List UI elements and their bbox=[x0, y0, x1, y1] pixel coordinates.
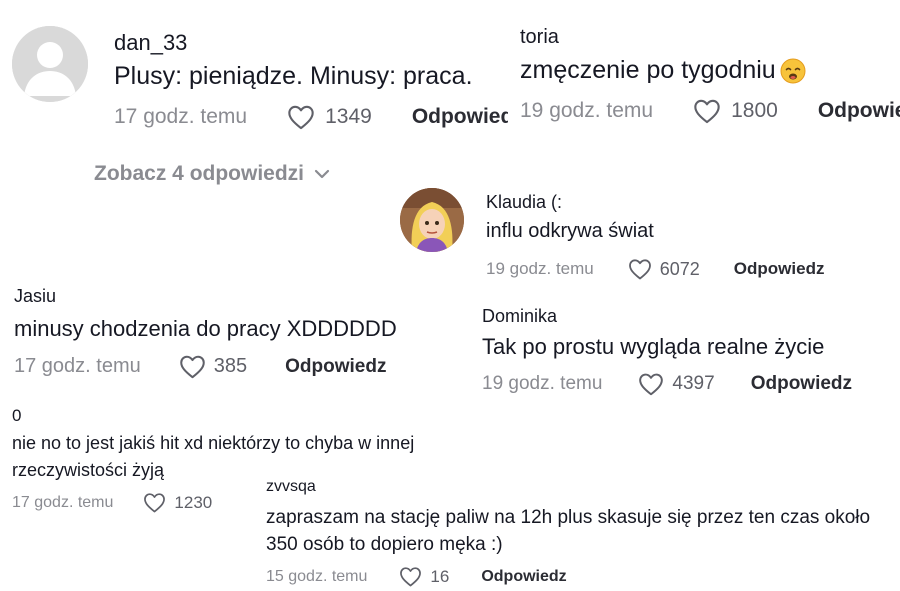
chevron-down-icon bbox=[314, 169, 330, 179]
comment-time: 19 godz. temu bbox=[486, 259, 594, 278]
comment-meta: 17 godz. temu 1230 bbox=[12, 492, 212, 513]
reply-button[interactable]: Odpowiedz bbox=[751, 373, 852, 395]
reply-button[interactable]: Odpowiedz bbox=[481, 568, 566, 586]
like-button[interactable]: 385 bbox=[179, 354, 247, 379]
comment-username[interactable]: dan_33 bbox=[114, 30, 187, 56]
like-count: 1349 bbox=[325, 105, 372, 128]
default-avatar[interactable] bbox=[12, 26, 88, 102]
comment-time: 19 godz. temu bbox=[520, 99, 654, 122]
see-replies-button[interactable]: Zobacz 4 odpowiedzi bbox=[94, 162, 330, 186]
comment-dominika: Dominika Tak po prostu wygląda realne ży… bbox=[466, 298, 900, 408]
heart-outline-icon bbox=[639, 373, 664, 396]
comment-text: influ odkrywa świat bbox=[486, 220, 654, 242]
like-button[interactable]: 1349 bbox=[287, 104, 372, 130]
like-button[interactable]: 6072 bbox=[628, 258, 700, 280]
heart-outline-icon bbox=[288, 105, 314, 130]
heart-outline-icon bbox=[628, 259, 651, 280]
comment-text: minusy chodzenia do pracy XDDDDDD bbox=[14, 316, 397, 341]
like-count: 16 bbox=[430, 566, 450, 586]
heart-outline-icon bbox=[144, 493, 166, 513]
like-button[interactable]: 4397 bbox=[638, 372, 715, 396]
comment-meta: 17 godz. temu 385 Odpowiedz bbox=[14, 354, 386, 379]
comment-username[interactable]: Dominika bbox=[482, 306, 557, 327]
comment-username[interactable]: toria bbox=[520, 26, 559, 49]
like-count: 1230 bbox=[174, 492, 213, 512]
cartoon-girl-avatar[interactable] bbox=[400, 188, 464, 252]
heart-outline-icon bbox=[694, 99, 720, 124]
comment-text-row: zmęczenie po tygodniu bbox=[520, 56, 806, 85]
see-replies-label: Zobacz 4 odpowiedzi bbox=[94, 162, 305, 185]
comment-time: 17 godz. temu bbox=[12, 493, 114, 511]
comment-jasiu: Jasiu minusy chodzenia do pracy XDDDDDD … bbox=[0, 280, 460, 390]
like-button[interactable]: 16 bbox=[399, 566, 449, 587]
heart-outline-icon bbox=[179, 355, 205, 379]
comment-dan-33: dan_33 Plusy: pieniądze. Minusy: praca. … bbox=[0, 0, 510, 150]
tired-face-emoji bbox=[780, 58, 806, 83]
comment-username[interactable]: zvvsqa bbox=[266, 478, 316, 496]
reply-button[interactable]: Odpowiedz bbox=[734, 259, 825, 279]
comment-zvvsqa: zvvsqa zapraszam na stację paliw na 12h … bbox=[254, 470, 900, 591]
like-button[interactable]: 1230 bbox=[143, 492, 212, 513]
reply-button[interactable]: Odpowiedz bbox=[818, 99, 900, 123]
comment-text: zapraszam na stację paliw na 12h plus sk… bbox=[266, 507, 871, 555]
comment-meta: 19 godz. temu 1800 Odpowiedz bbox=[520, 98, 900, 124]
like-count: 385 bbox=[213, 355, 248, 377]
comment-time: 15 godz. temu bbox=[266, 567, 368, 585]
comment-klaudia: Klaudia (: influ odkrywa świat 19 godz. … bbox=[394, 180, 874, 285]
reply-button[interactable]: Odpowiedz bbox=[412, 105, 508, 129]
comment-text: Plusy: pieniądze. Minusy: praca. bbox=[114, 62, 473, 90]
comment-text: zmęczenie po tygodniu bbox=[520, 56, 776, 84]
heart-outline-icon bbox=[400, 567, 422, 587]
comment-time: 17 godz. temu bbox=[14, 355, 141, 377]
comment-username[interactable]: 0 bbox=[12, 406, 21, 426]
comment-time: 17 godz. temu bbox=[114, 105, 248, 128]
like-count: 1800 bbox=[731, 99, 778, 122]
comment-username[interactable]: Jasiu bbox=[14, 286, 56, 307]
comment-meta: 17 godz. temu 1349 Odpowiedz bbox=[114, 104, 508, 130]
comment-meta: 19 godz. temu 4397 Odpowiedz bbox=[482, 372, 852, 396]
like-button[interactable]: 1800 bbox=[693, 98, 778, 124]
comment-username[interactable]: Klaudia (: bbox=[486, 192, 562, 213]
comment-meta: 15 godz. temu 16 Odpowiedz bbox=[266, 566, 567, 587]
like-count: 4397 bbox=[672, 373, 715, 394]
reply-button[interactable]: Odpowiedz bbox=[285, 356, 386, 378]
comment-toria: toria zmęczenie po tygodniu 19 godz. tem… bbox=[508, 18, 900, 143]
comment-meta: 19 godz. temu 6072 Odpowiedz bbox=[486, 258, 824, 280]
like-count: 6072 bbox=[659, 258, 700, 279]
comment-time: 19 godz. temu bbox=[482, 373, 603, 394]
comment-text: Tak po prostu wygląda realne życie bbox=[482, 334, 825, 359]
